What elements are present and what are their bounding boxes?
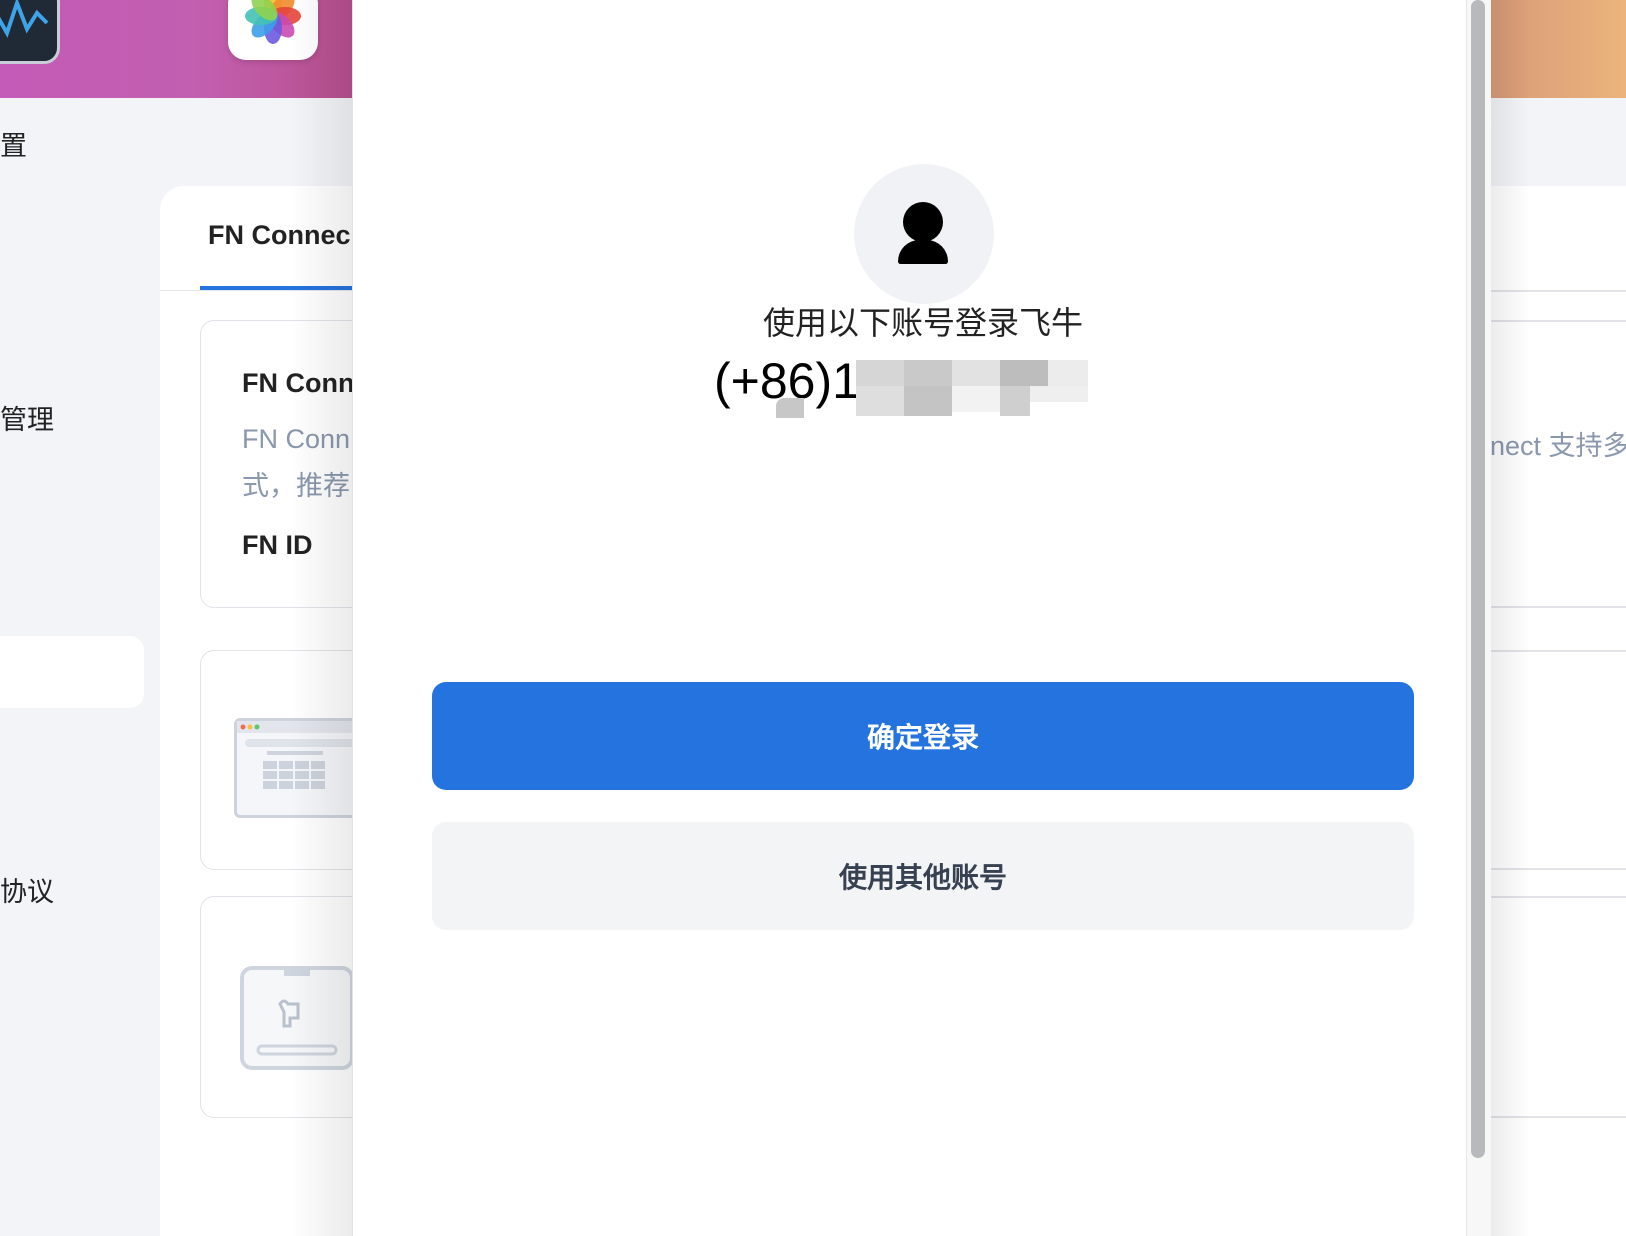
activity-monitor-icon[interactable]	[0, 0, 60, 64]
use-other-account-button[interactable]: 使用其他账号	[432, 822, 1414, 930]
user-icon	[903, 202, 943, 242]
modal-shadow	[1490, 0, 1530, 1236]
privacy-mosaic	[776, 360, 1088, 430]
modal-shadow	[290, 0, 352, 1236]
sidebar-item-selected[interactable]	[0, 636, 144, 708]
sidebar-item-management[interactable]: 管理	[0, 398, 54, 437]
confirm-login-button[interactable]: 确定登录	[432, 682, 1414, 790]
sidebar-item-settings[interactable]: 置	[0, 124, 27, 163]
login-caption: 使用以下账号登录飞牛	[762, 305, 1083, 341]
sidebar-item-agreement[interactable]: 协议	[0, 870, 54, 909]
scrollbar-thumb[interactable]	[1471, 0, 1485, 1158]
